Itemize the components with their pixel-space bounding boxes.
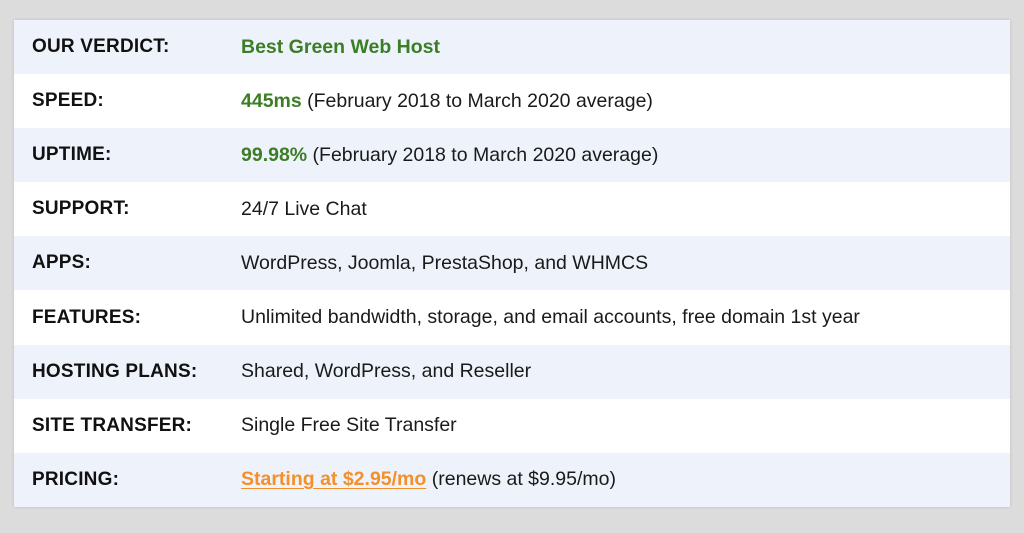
row-verdict: OUR VERDICT: Best Green Web Host bbox=[14, 20, 1010, 75]
row-label: PRICING: bbox=[32, 468, 120, 490]
speed-highlight: 445ms bbox=[241, 89, 302, 112]
pricing-note: (renews at $9.95/mo) bbox=[426, 468, 616, 491]
row-apps: APPS: WordPress, Joomla, PrestaShop, and… bbox=[14, 236, 1010, 291]
row-features: FEATURES: Unlimited bandwidth, storage, … bbox=[14, 290, 1010, 344]
row-label: OUR VERDICT: bbox=[32, 36, 170, 58]
row-value: 445ms (February 2018 to March 2020 avera… bbox=[241, 90, 653, 113]
uptime-note: (February 2018 to March 2020 average) bbox=[307, 143, 659, 166]
row-label: SITE TRANSFER: bbox=[32, 414, 193, 436]
row-label: FEATURES: bbox=[32, 306, 142, 328]
row-label: HOSTING PLANS: bbox=[32, 360, 198, 382]
row-value: 24/7 Live Chat bbox=[241, 197, 367, 220]
row-value: Best Green Web Host bbox=[241, 36, 440, 59]
row-site-transfer: SITE TRANSFER: Single Free Site Transfer bbox=[14, 399, 1010, 453]
hosting-summary-table: OUR VERDICT: Best Green Web Host SPEED: … bbox=[14, 20, 1010, 507]
pricing-link[interactable]: Starting at $2.95/mo bbox=[241, 468, 426, 490]
row-label: UPTIME: bbox=[32, 144, 112, 166]
row-value: 99.98% (February 2018 to March 2020 aver… bbox=[241, 144, 658, 167]
row-hosting-plans: HOSTING PLANS: Shared, WordPress, and Re… bbox=[14, 344, 1010, 399]
row-label: SUPPORT: bbox=[32, 198, 130, 220]
row-value: Starting at $2.95/mo (renews at $9.95/mo… bbox=[241, 468, 616, 491]
row-value: Shared, WordPress, and Reseller bbox=[241, 360, 532, 383]
uptime-highlight: 99.98% bbox=[241, 143, 308, 166]
row-uptime: UPTIME: 99.98% (February 2018 to March 2… bbox=[14, 128, 1010, 183]
row-label: SPEED: bbox=[32, 90, 104, 112]
row-speed: SPEED: 445ms (February 2018 to March 202… bbox=[14, 74, 1010, 128]
row-pricing: PRICING: Starting at $2.95/mo (renews at… bbox=[14, 452, 1010, 507]
row-value: WordPress, Joomla, PrestaShop, and WHMCS bbox=[241, 251, 649, 274]
row-value: Unlimited bandwidth, storage, and email … bbox=[241, 306, 860, 329]
row-value: Single Free Site Transfer bbox=[241, 414, 457, 437]
row-label: APPS: bbox=[32, 252, 92, 274]
row-support: SUPPORT: 24/7 Live Chat bbox=[14, 182, 1010, 236]
speed-note: (February 2018 to March 2020 average) bbox=[301, 89, 653, 112]
verdict-highlight: Best Green Web Host bbox=[241, 35, 441, 58]
